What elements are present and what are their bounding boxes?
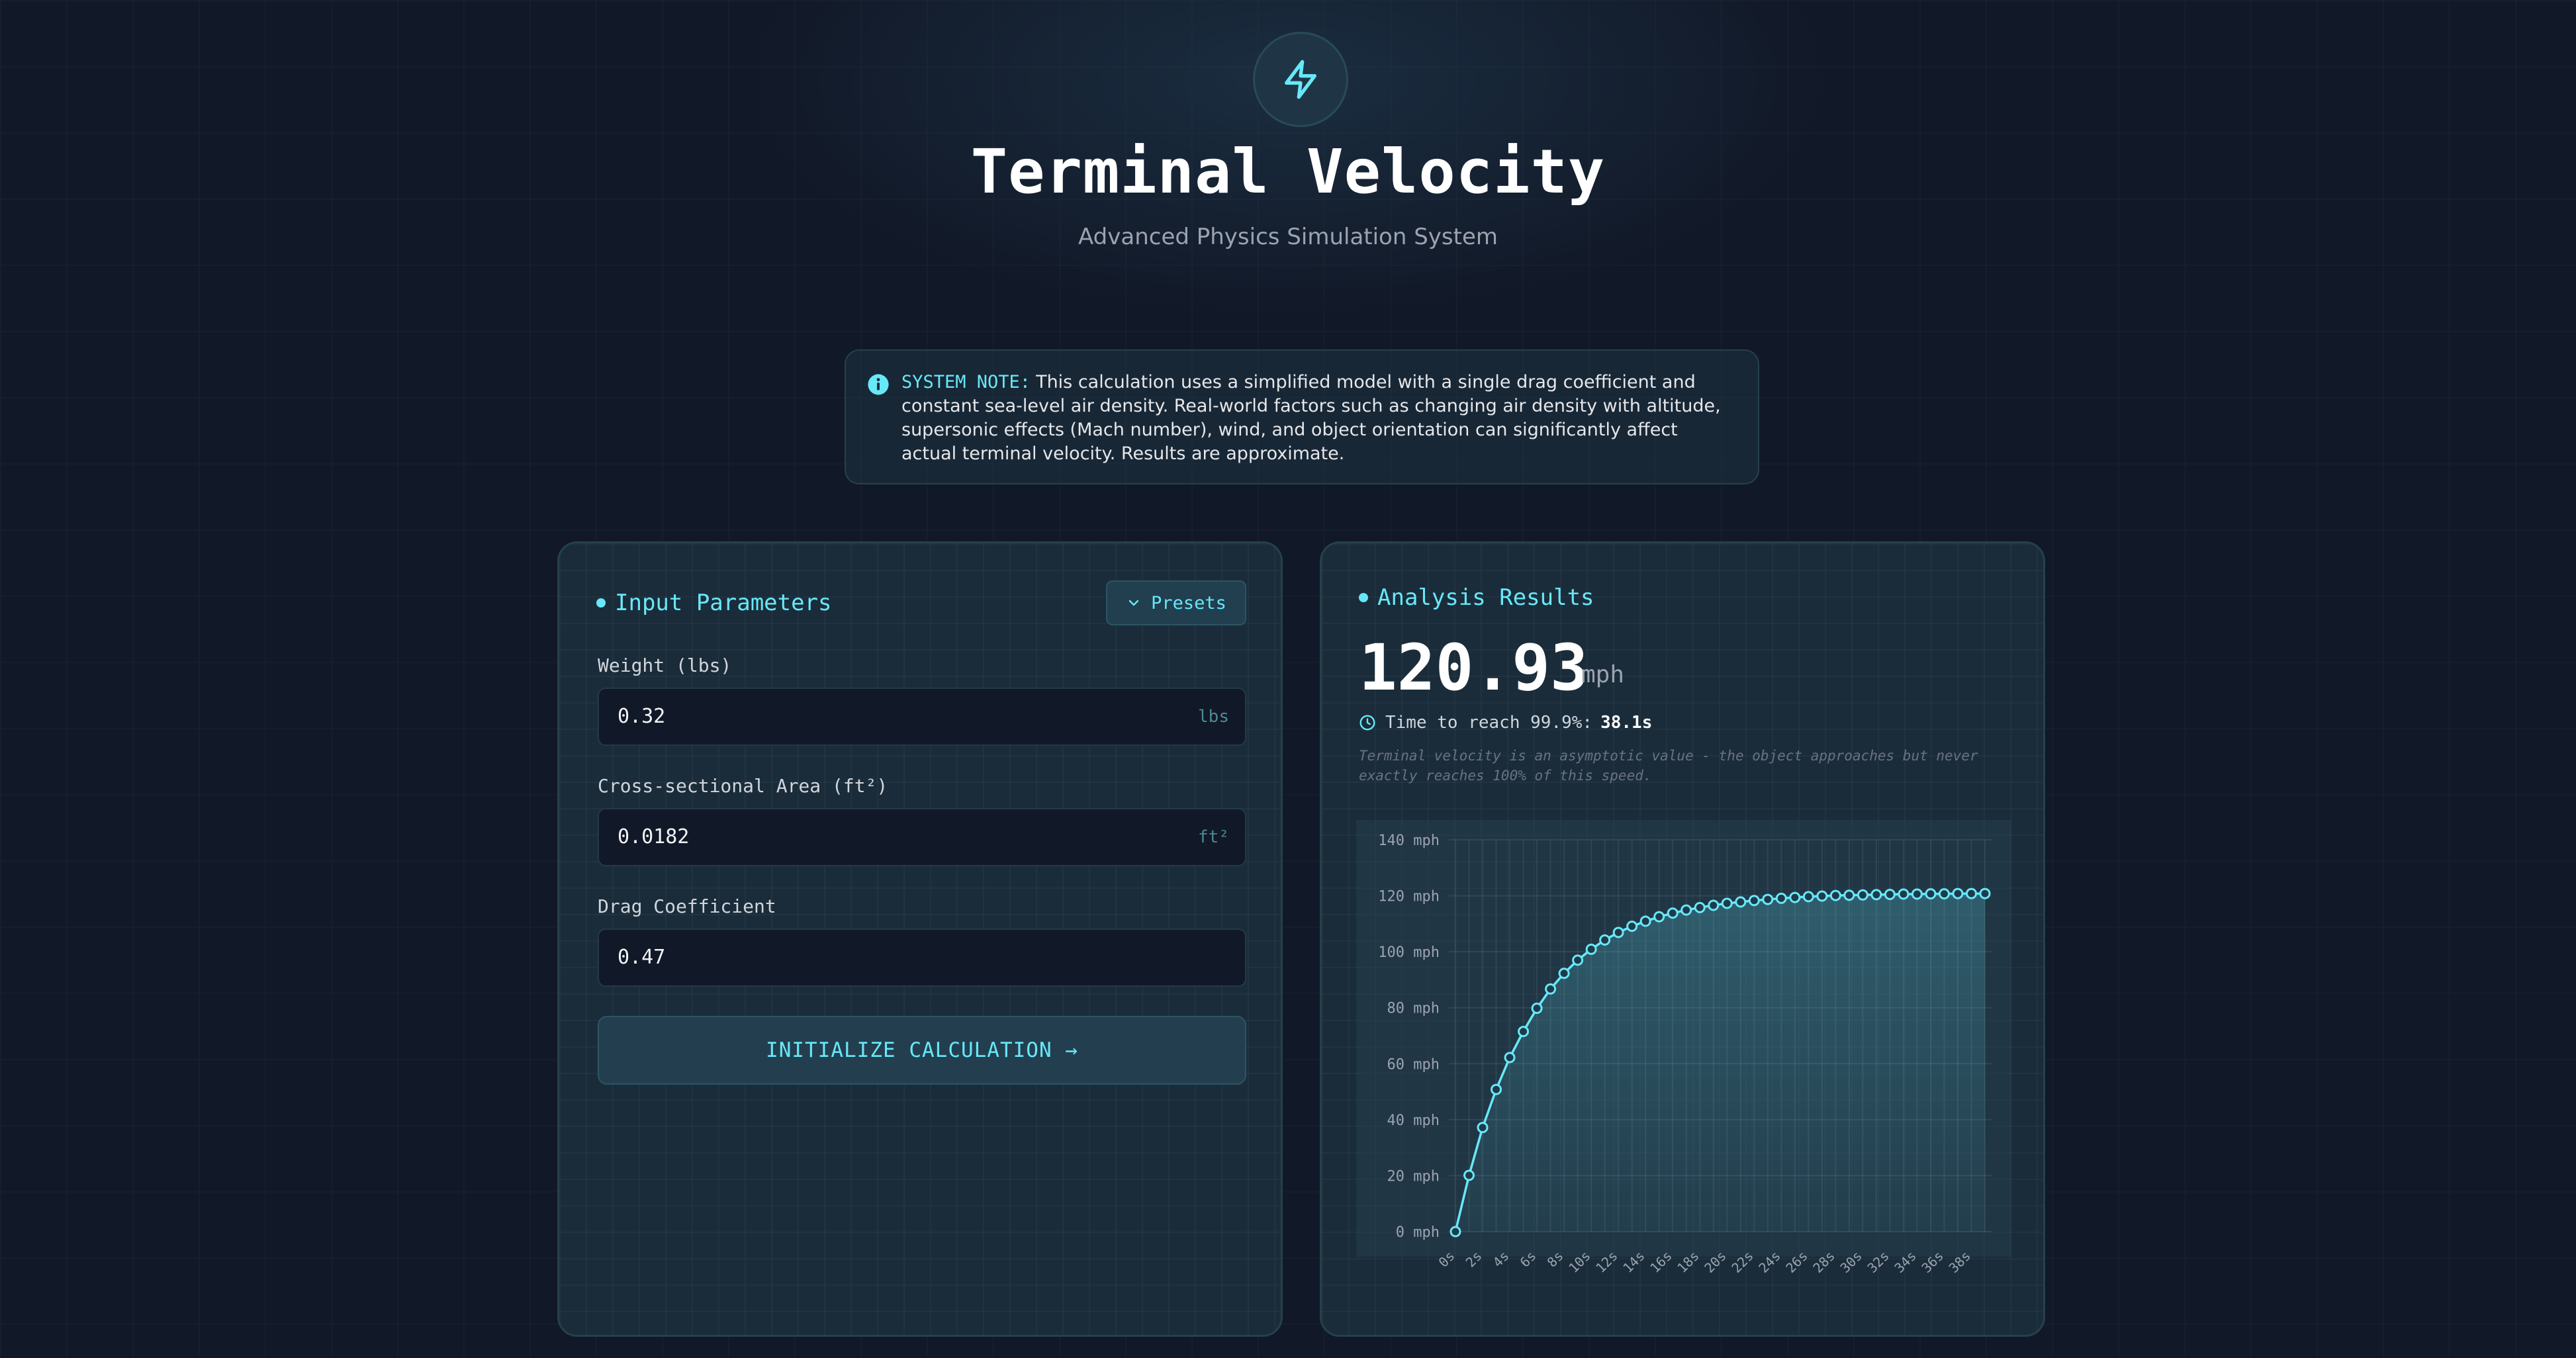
- data-point: [1477, 1122, 1489, 1134]
- data-point: [1884, 888, 1896, 900]
- lightning-bolt-icon: [1285, 60, 1316, 99]
- data-point: [1857, 889, 1868, 901]
- terminal-velocity-unit: mph: [1581, 661, 1625, 688]
- data-point: [1938, 888, 1950, 900]
- initialize-calculation-button[interactable]: INITIALIZE CALCULATION →: [598, 1016, 1246, 1085]
- data-point: [1965, 887, 1977, 899]
- data-point: [1558, 968, 1570, 979]
- data-point: [1491, 1083, 1502, 1095]
- data-point: [1518, 1026, 1530, 1038]
- time-to-reach-label: Time to reach 99.9%:: [1385, 713, 1593, 733]
- data-point: [1531, 1003, 1543, 1015]
- input-parameters-panel: Input Parameters Presets Weight (lbs) 0.…: [557, 541, 1283, 1337]
- input-parameters-heading: Input Parameters: [596, 590, 832, 616]
- area-input-value: 0.0182: [618, 825, 690, 848]
- data-point: [1735, 896, 1747, 908]
- data-point: [1762, 893, 1774, 905]
- heading-dot: [596, 598, 606, 608]
- area-unit: ft²: [1198, 827, 1229, 847]
- data-point: [1843, 889, 1855, 901]
- drag-input-value: 0.47: [618, 946, 666, 969]
- data-point: [1789, 891, 1801, 903]
- data-point: [1979, 887, 1991, 899]
- y-tick-label: 0 mph: [1396, 1224, 1440, 1241]
- analysis-results-panel: Analysis Results 120.93 mph Time to reac…: [1320, 541, 2045, 1337]
- velocity-chart: 0 mph 20 mph 40 mph 60 mph 80 mph 100 mph 120 …: [1356, 820, 2011, 1310]
- chevron-down-icon: [1128, 600, 1139, 606]
- initialize-calculation-label: INITIALIZE CALCULATION →: [766, 1038, 1078, 1062]
- weight-unit: lbs: [1198, 707, 1229, 727]
- info-icon: [868, 374, 889, 395]
- terminal-velocity-value: 120.93: [1359, 631, 1588, 705]
- y-tick-label: 20 mph: [1387, 1168, 1440, 1185]
- data-point: [1585, 943, 1597, 955]
- time-to-reach-value: 38.1s: [1600, 713, 1653, 733]
- data-point: [1639, 915, 1651, 927]
- weight-input[interactable]: 0.32 lbs: [598, 688, 1246, 746]
- asymptotic-note: Terminal velocity is an asymptotic value…: [1359, 748, 1978, 784]
- data-point: [1898, 888, 1909, 900]
- system-note-text: SYSTEM NOTE: This calculation uses a simp…: [901, 371, 1731, 466]
- data-point: [1775, 892, 1787, 904]
- page-title: Terminal Velocity: [970, 136, 1606, 207]
- weight-input-value: 0.32: [618, 705, 666, 728]
- page-subtitle: Advanced Physics Simulation System: [1078, 224, 1498, 250]
- data-point: [1925, 888, 1937, 900]
- data-point: [1816, 890, 1828, 902]
- area-input[interactable]: 0.0182 ft²: [598, 808, 1246, 866]
- system-note-label: SYSTEM NOTE:: [901, 372, 1031, 392]
- data-point: [1653, 911, 1665, 923]
- y-tick-label: 80 mph: [1387, 1001, 1440, 1017]
- velocity-chart-svg: 0 mph 20 mph 40 mph 60 mph 80 mph 100 mph 120 …: [1356, 820, 2011, 1276]
- input-parameters-heading-text: Input Parameters: [615, 590, 832, 616]
- data-point: [1572, 954, 1584, 966]
- data-point: [1626, 921, 1638, 932]
- y-tick-label: 100 mph: [1378, 944, 1440, 961]
- data-point: [1680, 904, 1692, 916]
- logo-badge: [1253, 32, 1348, 127]
- data-point: [1870, 889, 1882, 901]
- data-point: [1802, 891, 1814, 903]
- data-point: [1721, 897, 1733, 909]
- data-point: [1504, 1052, 1516, 1064]
- presets-button[interactable]: Presets: [1106, 580, 1246, 625]
- data-point: [1829, 889, 1841, 901]
- data-point: [1911, 888, 1923, 900]
- presets-button-label: Presets: [1151, 592, 1226, 613]
- weight-label: Weight (lbs): [598, 655, 732, 676]
- system-note: SYSTEM NOTE: This calculation uses a simp…: [845, 349, 1759, 484]
- data-point: [1449, 1226, 1461, 1238]
- data-point: [1667, 907, 1679, 919]
- data-point: [1612, 927, 1624, 938]
- y-tick-label: 60 mph: [1387, 1056, 1440, 1073]
- y-tick-label: 40 mph: [1387, 1112, 1440, 1129]
- drag-coefficient-input[interactable]: 0.47: [598, 928, 1246, 987]
- analysis-results-heading: Analysis Results: [1359, 584, 1594, 611]
- time-to-reach: Time to reach 99.9%: 38.1s: [1359, 713, 1652, 733]
- data-point: [1952, 887, 1964, 899]
- y-tick-label: 140 mph: [1378, 833, 1440, 849]
- area-label: Cross-sectional Area (ft²): [598, 775, 888, 797]
- heading-dot: [1359, 593, 1368, 602]
- y-tick-label: 120 mph: [1378, 889, 1440, 905]
- data-point: [1599, 934, 1611, 946]
- data-point: [1545, 983, 1557, 995]
- drag-label: Drag Coefficient: [598, 895, 776, 917]
- data-point: [1694, 901, 1706, 913]
- analysis-results-heading-text: Analysis Results: [1377, 584, 1594, 611]
- data-point: [1748, 895, 1760, 907]
- data-point: [1463, 1169, 1475, 1181]
- clock-icon: [1359, 715, 1375, 731]
- data-point: [1708, 899, 1720, 911]
